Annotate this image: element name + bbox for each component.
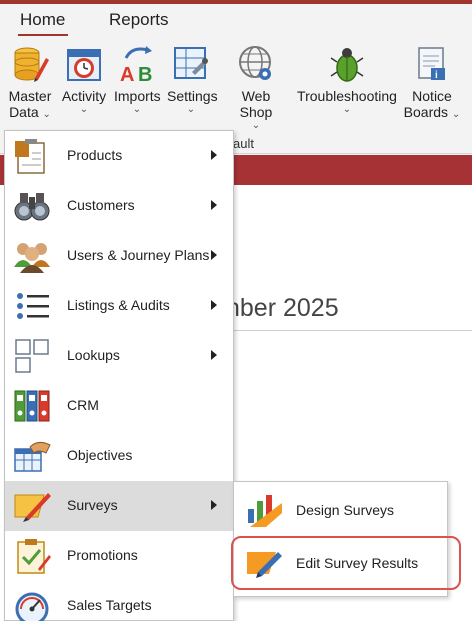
notice-boards-label-line2: Boards — [403, 104, 449, 120]
notice-boards-label-line1: Notice — [412, 88, 452, 104]
menu-item-promotions[interactable]: Promotions — [5, 531, 233, 581]
master-data-menu: Products Customers Users & Journey Plans — [4, 130, 234, 621]
database-pencil-icon — [14, 47, 49, 82]
settings-table-icon — [174, 47, 208, 79]
menu-item-label: Products — [67, 147, 123, 163]
svg-text:A: A — [120, 64, 134, 84]
activity-button[interactable]: Activity ⌄ — [61, 44, 107, 115]
menu-item-label: Surveys — [67, 497, 118, 513]
menu-item-label: Customers — [67, 197, 135, 213]
menu-item-customers[interactable]: Customers — [5, 181, 233, 231]
menu-item-surveys[interactable]: Surveys — [5, 481, 233, 531]
submenu-arrow-icon — [211, 500, 217, 510]
calendar-clock-icon — [67, 49, 101, 81]
bar-chart-ruler-icon — [248, 495, 282, 527]
content-heading: nber 2025 — [226, 294, 339, 322]
menu-item-label: Promotions — [67, 547, 138, 563]
troubleshooting-button[interactable]: Troubleshooting ⌄ — [297, 44, 397, 115]
gauge-icon — [15, 592, 49, 621]
master-data-button[interactable]: Master Data ⌄ — [8, 44, 52, 123]
chevron-down-icon: ⌄ — [132, 104, 142, 115]
menu-item-label: CRM — [67, 397, 99, 413]
settings-label: Settings — [167, 88, 218, 104]
web-shop-label: Web Shop — [239, 88, 273, 120]
clipboard-check-icon — [17, 539, 51, 574]
ab-import-icon: A B — [120, 46, 152, 84]
master-data-label-line2: Data — [9, 104, 39, 120]
menu-item-label: Objectives — [67, 447, 133, 463]
squares-icon — [15, 339, 49, 373]
submenu-item-design-surveys[interactable]: Design Surveys — [234, 485, 447, 535]
svg-text:B: B — [138, 64, 152, 84]
svg-text:i: i — [435, 70, 438, 81]
imports-button[interactable]: A B Imports ⌄ — [114, 44, 161, 115]
users-group-icon — [14, 243, 50, 273]
menu-item-label: Lookups — [67, 347, 120, 363]
chevron-down-icon: ⌄ — [451, 109, 461, 120]
menu-item-lookups[interactable]: Lookups — [5, 331, 233, 381]
chevron-down-icon: ⌄ — [79, 104, 89, 115]
master-data-label-line1: Master — [8, 88, 52, 104]
chevron-down-icon: ⌄ — [342, 104, 352, 115]
tab-reports[interactable]: Reports — [109, 10, 169, 30]
ribbon-group-label: ault — [233, 136, 254, 151]
ribbon-tab-bar: Home Reports — [0, 4, 472, 37]
menu-item-objectives[interactable]: Objectives — [5, 431, 233, 481]
menu-item-listings-audits[interactable]: Listings & Audits — [5, 281, 233, 331]
imports-label: Imports — [114, 88, 161, 104]
handshake-calendar-icon — [14, 441, 51, 472]
menu-item-users-journey-plans[interactable]: Users & Journey Plans — [5, 231, 233, 281]
notice-boards-button[interactable]: i Notice Boards ⌄ — [402, 44, 462, 123]
menu-item-label: Sales Targets — [67, 597, 152, 613]
troubleshooting-label: Troubleshooting — [297, 88, 397, 104]
menu-item-sales-targets[interactable]: Sales Targets — [5, 581, 233, 621]
bug-icon — [330, 48, 364, 82]
clipboard-icon — [15, 139, 45, 174]
submenu-arrow-icon — [211, 250, 217, 260]
menu-item-crm[interactable]: CRM — [5, 381, 233, 431]
submenu-arrow-icon — [211, 300, 217, 310]
activity-label: Activity — [61, 88, 107, 104]
submenu-arrow-icon — [211, 350, 217, 360]
survey-pencil-icon — [14, 493, 51, 522]
submenu-arrow-icon — [211, 200, 217, 210]
menu-item-products[interactable]: Products — [5, 131, 233, 181]
chevron-down-icon: ⌄ — [42, 109, 51, 120]
binders-icon — [14, 390, 50, 422]
highlight-callout — [231, 536, 461, 590]
menu-item-label: Listings & Audits — [67, 297, 170, 313]
settings-button[interactable]: Settings ⌄ — [167, 44, 218, 115]
binoculars-icon — [14, 193, 50, 221]
chevron-down-icon: ⌄ — [186, 104, 196, 115]
globe-icon — [239, 46, 271, 80]
submenu-arrow-icon — [211, 150, 217, 160]
content-divider — [226, 330, 472, 331]
tab-home[interactable]: Home — [20, 10, 65, 30]
list-icon — [17, 293, 49, 319]
web-shop-button[interactable]: Web Shop ⌄ — [224, 44, 288, 131]
notice-board-icon: i — [418, 47, 445, 81]
submenu-item-label: Design Surveys — [296, 502, 395, 518]
menu-item-label: Users & Journey Plans — [67, 247, 210, 263]
